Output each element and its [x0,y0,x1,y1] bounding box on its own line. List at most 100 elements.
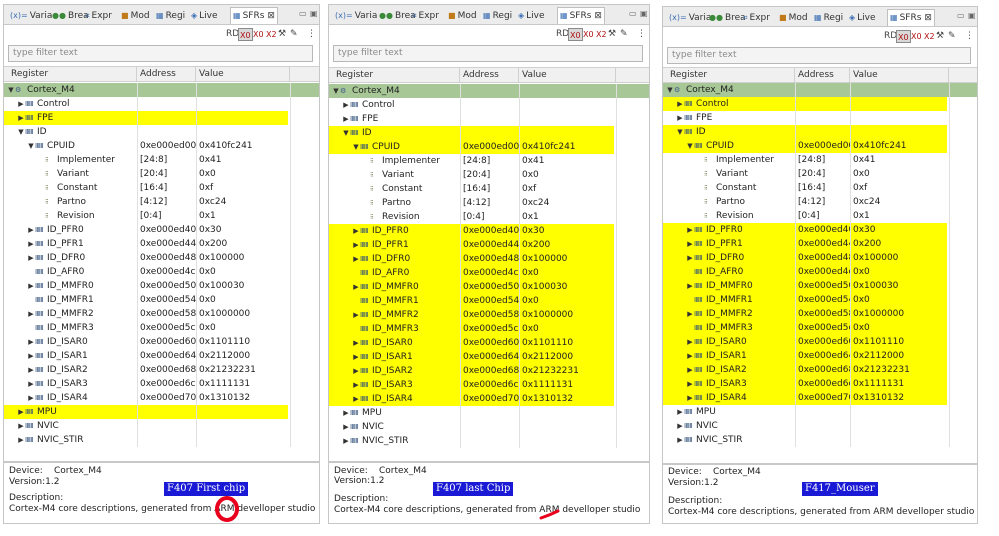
table-row[interactable]: ⁝⁝ Constant [16:4] 0xf [329,182,649,196]
table-row[interactable]: ▶ⅢⅢ ID_ISAR3 0xe000ed6c 0x1111131 [4,377,319,391]
table-row[interactable]: ⁝⁝ Partno [4:12] 0xc24 [663,195,977,209]
expand-arrow-icon[interactable]: ▶ [352,224,360,238]
table-row[interactable]: ▶ⅢⅢ ID_PFR1 0xe000ed44 0x200 [329,238,617,252]
table-row[interactable]: ⁝⁝ Revision [0:4] 0x1 [329,210,649,224]
register-value[interactable]: 0x200 [199,237,290,251]
expand-arrow-icon[interactable]: ▶ [686,237,694,251]
expand-arrow-icon[interactable]: ▶ [342,434,350,448]
register-value[interactable]: 0x0 [853,265,949,279]
tab-varia[interactable]: (x)= Varia [333,8,379,24]
register-value[interactable]: 0x410fc241 [853,139,949,153]
expand-arrow-icon[interactable]: ▶ [352,336,360,350]
expand-arrow-icon[interactable]: ▶ [17,111,25,125]
register-value[interactable]: 0x41 [522,154,616,168]
view-menu-icon[interactable]: ⋮ [965,30,974,43]
register-value[interactable]: 0x1310132 [199,391,290,405]
expand-arrow-icon[interactable]: ▶ [686,223,694,237]
table-row[interactable]: ⁝⁝ Variant [20:4] 0x0 [329,168,649,182]
register-value[interactable]: 0x41 [199,153,290,167]
table-row[interactable]: ▶ⅢⅢ ID_DFR0 0xe000ed48 0x100000 [329,252,617,266]
register-value[interactable] [522,406,616,420]
table-row[interactable]: ▶ⅢⅢ ID_MMFR0 0xe000ed50 0x100030 [329,280,617,294]
table-row[interactable]: ⅢⅢ ID_AFR0 0xe000ed4c 0x0 [4,265,319,279]
register-value[interactable] [853,125,949,139]
register-value[interactable]: 0x0 [522,266,616,280]
register-value[interactable]: 0x1101110 [522,336,616,350]
table-row[interactable]: ⁝⁝ Variant [20:4] 0x0 [4,167,319,181]
table-row[interactable]: ▶ⅢⅢ ID_ISAR1 0xe000ed64 0x2112000 [4,349,319,363]
register-value[interactable]: 0x1000000 [853,307,949,321]
table-row[interactable]: ▶ⅢⅢ FPE [329,112,649,126]
register-value[interactable]: 0x2112000 [199,349,290,363]
table-row[interactable]: ⅢⅢ ID_MMFR1 0xe000ed54 0x0 [4,293,319,307]
edit-icon[interactable]: ✎ [948,30,956,43]
expand-arrow-icon[interactable]: ▶ [27,223,35,237]
register-value[interactable]: 0x0 [853,167,949,181]
column-header-address[interactable]: Address [137,67,196,81]
expand-arrow-icon[interactable]: ▶ [342,406,350,420]
hex-format-button[interactable]: X0 [896,30,911,43]
expand-arrow-icon[interactable]: ▶ [676,419,684,433]
table-row[interactable]: ▼ⅢⅢ CPUID 0xe000ed00 0x410fc241 [4,139,319,153]
table-row[interactable]: ▶ⅢⅢ ID_DFR0 0xe000ed48 0x100000 [4,251,319,265]
table-row[interactable]: ▶ⅢⅢ FPE [4,111,291,125]
register-value[interactable] [199,419,290,433]
decimal-format-button[interactable]: X0 [583,28,594,41]
table-row[interactable]: ▼ⅢⅢ ID [4,125,319,139]
table-row[interactable]: ⅢⅢ ID_AFR0 0xe000ed4c 0x0 [663,265,950,279]
column-header-register[interactable]: Register [333,68,460,82]
expand-arrow-icon[interactable]: ▶ [676,433,684,447]
table-row[interactable]: ▶ⅢⅢ MPU [4,405,291,419]
table-row[interactable]: ▶ⅢⅢ NVIC [663,419,977,433]
collapse-arrow-icon[interactable]: ▼ [342,126,350,140]
expand-arrow-icon[interactable]: ▶ [686,279,694,293]
register-value[interactable]: 0x1310132 [522,392,616,406]
table-row[interactable]: ▶ⅢⅢ MPU [663,405,977,419]
table-row[interactable]: ▶ⅢⅢ ID_MMFR2 0xe000ed58 0x1000000 [329,308,617,322]
register-value[interactable]: 0x0 [522,322,616,336]
table-row[interactable]: ▶ⅢⅢ ID_ISAR0 0xe000ed60 0x1101110 [4,335,319,349]
table-row[interactable]: ▶ⅢⅢ MPU [329,406,649,420]
register-value[interactable]: 0x2112000 [522,350,616,364]
table-row[interactable]: ▶ⅢⅢ NVIC [4,419,319,433]
table-row[interactable]: ▶ⅢⅢ Control [4,97,319,111]
register-value[interactable]: 0xf [853,181,949,195]
expand-arrow-icon[interactable]: ▶ [17,433,25,447]
table-row[interactable]: ▼⚙ Cortex_M4 [329,84,649,98]
register-value[interactable]: 0x0 [199,321,290,335]
expand-arrow-icon[interactable]: ▶ [17,419,25,433]
details-splitter[interactable] [4,461,319,463]
register-value[interactable]: 0x100030 [199,279,290,293]
expand-arrow-icon[interactable]: ▶ [27,349,35,363]
table-row[interactable]: ⁝⁝ Implementer [24:8] 0x41 [4,153,319,167]
register-value[interactable]: 0x21232231 [853,363,949,377]
table-row[interactable]: ⅢⅢ ID_MMFR3 0xe000ed5c 0x0 [329,322,617,336]
tab-expr[interactable]: ⌗ Expr [83,8,114,24]
expand-arrow-icon[interactable]: ▶ [27,363,35,377]
register-value[interactable]: 0x200 [522,238,616,252]
table-row[interactable]: ▶ⅢⅢ Control [329,98,649,112]
minimize-icon[interactable]: ▭ [629,9,637,18]
table-row[interactable]: ▶ⅢⅢ NVIC [329,420,649,434]
register-value[interactable]: 0x30 [522,224,616,238]
view-menu-icon[interactable]: ⋮ [307,28,316,41]
table-row[interactable]: ⁝⁝ Constant [16:4] 0xf [663,181,977,195]
table-row[interactable]: ⅢⅢ ID_AFR0 0xe000ed4c 0x0 [329,266,617,280]
table-row[interactable]: ▼⚙ Cortex_M4 [4,83,319,97]
register-value[interactable]: 0x21232231 [522,364,616,378]
expand-arrow-icon[interactable]: ▶ [17,405,25,419]
register-value[interactable] [853,111,949,125]
register-value[interactable] [522,434,616,448]
decimal-format-button[interactable]: X0 [911,30,922,43]
decimal-format-button[interactable]: X0 [253,28,264,41]
register-value[interactable]: 0x1000000 [199,307,290,321]
table-row[interactable]: ⁝⁝ Variant [20:4] 0x0 [663,167,977,181]
details-splitter[interactable] [329,461,649,463]
table-row[interactable]: ⅢⅢ ID_MMFR1 0xe000ed54 0x0 [663,293,950,307]
collapse-arrow-icon[interactable]: ▼ [27,139,35,153]
tools-icon[interactable]: ⚒ [278,28,286,41]
register-value[interactable] [199,405,290,419]
expand-arrow-icon[interactable]: ▶ [352,238,360,252]
register-value[interactable]: 0xc24 [199,195,290,209]
register-value[interactable]: 0x30 [853,223,949,237]
